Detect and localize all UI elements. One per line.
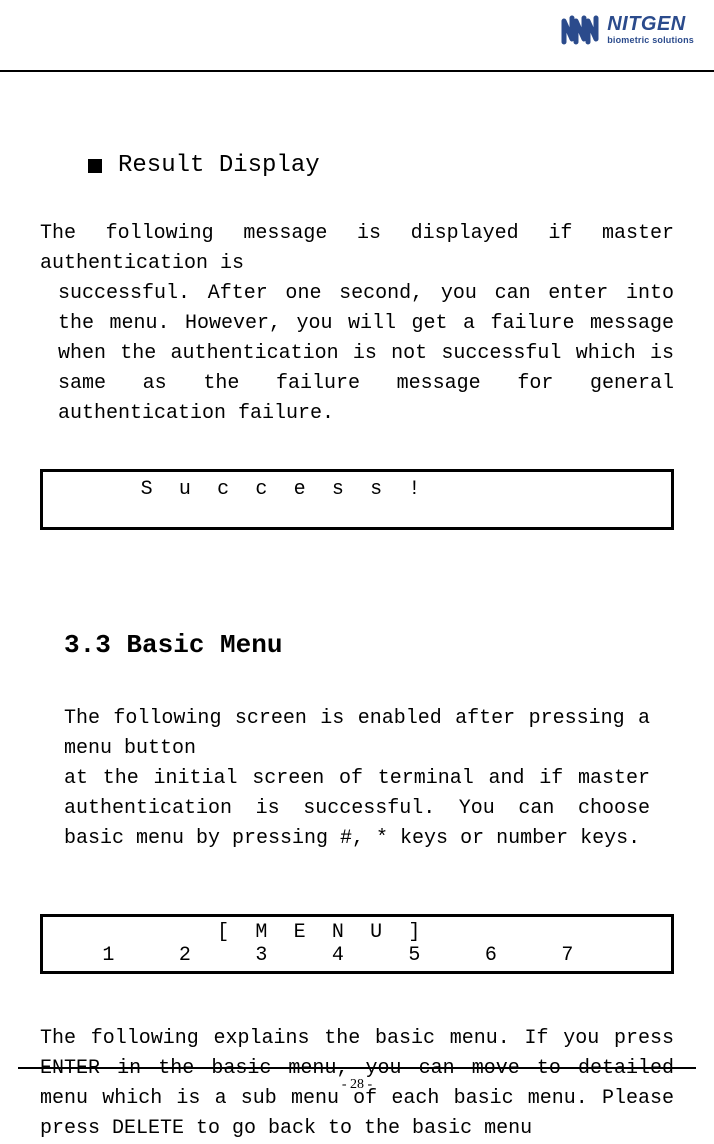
lcd-cell: s: [319, 478, 357, 501]
lcd-cell: 3: [242, 944, 280, 967]
lcd-menu-row-1: [ M E N U ]: [51, 921, 663, 944]
lcd-cell: [89, 478, 127, 501]
lcd-cell: [128, 921, 166, 944]
document-page: NITGEN biometric solutions Result Displa…: [0, 0, 714, 1113]
page-number: - 28 -: [0, 1077, 714, 1093]
lcd-cell: N: [319, 921, 357, 944]
lcd-cell: ]: [395, 921, 433, 944]
logo-mark-icon: [561, 15, 601, 45]
lcd-menu-row-2: 1 2 3 4 5 6 7: [51, 944, 663, 967]
brand-logo: NITGEN biometric solutions: [561, 14, 694, 45]
lcd-cell: [587, 478, 625, 501]
lcd-cell: 4: [319, 944, 357, 967]
logo-brand-name: NITGEN: [607, 14, 694, 34]
lcd-cell: [510, 478, 548, 501]
lcd-cell: 5: [395, 944, 433, 967]
lcd-cell: [51, 944, 89, 967]
subsection-heading: Result Display: [88, 152, 674, 179]
para2-remainder: at the initial screen of terminal and if…: [64, 764, 650, 854]
para1-remainder: successful. After one second, you can en…: [40, 279, 674, 429]
page-header: NITGEN biometric solutions: [0, 0, 714, 72]
footer-rule: [18, 1067, 696, 1069]
lcd-cell: U: [357, 921, 395, 944]
lcd-cell: [: [204, 921, 242, 944]
lcd-cell: 2: [166, 944, 204, 967]
lcd-cell: [128, 944, 166, 967]
lcd-display-menu: [ M E N U ] 1 2 3 4: [40, 914, 674, 974]
lcd-cell: u: [166, 478, 204, 501]
paragraph-result-display: The following message is displayed if ma…: [40, 219, 674, 429]
lcd-cell: [510, 921, 548, 944]
lcd-cell: [625, 944, 663, 967]
lcd-cell: [472, 478, 510, 501]
lcd-cell: c: [204, 478, 242, 501]
lcd-cell: [625, 921, 663, 944]
lcd-cell: s: [357, 478, 395, 501]
lcd-cell: [510, 944, 548, 967]
lcd-cell: M: [242, 921, 280, 944]
lcd-cell: [472, 921, 510, 944]
square-bullet-icon: [88, 159, 102, 173]
lcd-cell: [204, 944, 242, 967]
section-heading: 3.3 Basic Menu: [64, 630, 674, 660]
lcd-cell: 1: [89, 944, 127, 967]
lcd-cell: [51, 478, 89, 501]
lcd-cell: [548, 478, 586, 501]
lcd-cell: [548, 921, 586, 944]
para2-first-line: The following screen is enabled after pr…: [64, 707, 650, 760]
subsection-title: Result Display: [118, 152, 320, 179]
lcd-cell: [281, 944, 319, 967]
lcd-cell: !: [395, 478, 433, 501]
logo-tagline: biometric solutions: [607, 36, 694, 45]
lcd-cell: [434, 921, 472, 944]
page-footer: - 28 -: [0, 1067, 714, 1093]
lcd-cell: [434, 478, 472, 501]
lcd-cell: e: [281, 478, 319, 501]
lcd-cell: [166, 921, 204, 944]
lcd-cell: [357, 944, 395, 967]
lcd-cell: E: [281, 921, 319, 944]
para1-first-line: The following message is displayed if ma…: [40, 222, 674, 275]
lcd-cell: [625, 478, 663, 501]
lcd-cell: 7: [548, 944, 586, 967]
lcd-row: S u c c e s s !: [51, 478, 663, 501]
lcd-cell: [89, 921, 127, 944]
lcd-cell: [51, 921, 89, 944]
lcd-cell: [434, 944, 472, 967]
logo-text: NITGEN biometric solutions: [607, 14, 694, 45]
lcd-cell: 6: [472, 944, 510, 967]
lcd-cell: [587, 921, 625, 944]
lcd-cell: S: [128, 478, 166, 501]
paragraph-basic-menu-intro: The following screen is enabled after pr…: [64, 704, 650, 854]
lcd-display-success: S u c c e s s !: [40, 469, 674, 530]
page-content: Result Display The following message is …: [0, 72, 714, 1144]
lcd-cell: [587, 944, 625, 967]
lcd-cell: c: [242, 478, 280, 501]
